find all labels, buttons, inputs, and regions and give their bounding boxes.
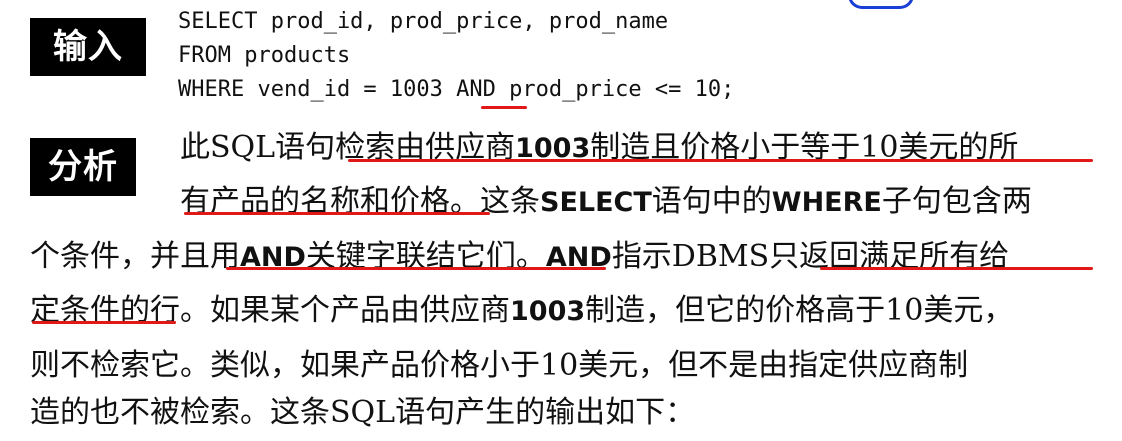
code-and-keyword: AND (456, 77, 496, 102)
code-line-1: SELECT prod_id, prod_price, prod_name (178, 9, 669, 34)
text-run: 子句包含两 (881, 184, 1032, 219)
text-run: WHERE (771, 187, 882, 218)
code-line-3-part-a: WHERE vend_id = 1003 (178, 77, 457, 102)
text-run: SELECT (540, 187, 652, 218)
underline-4 (32, 321, 176, 324)
paragraph-line-4: 定条件的行。如果某个产品由供应商1003制造，但它的价格高于10美元， (30, 283, 1013, 339)
text-run: 制造，但它的价格高于10美元， (585, 293, 1014, 328)
paragraph-line-1: 此SQL语句检索由供应商1003制造且价格小于等于10美元的所 (180, 120, 1018, 176)
underline-1 (348, 159, 1093, 162)
underline-2 (184, 212, 490, 215)
text-run: 语句中的 (651, 184, 772, 219)
text-run: 此SQL语句 (180, 130, 336, 165)
code-line-3: WHERE vend_id = 1003 AND prod_price <= 1… (178, 73, 734, 107)
analysis-label: 分析 (30, 138, 136, 196)
pen-stroke-mark (848, 0, 914, 9)
code-line-3-part-b: prod_price <= 10; (495, 77, 735, 102)
and-underline (481, 106, 527, 109)
code-line-2: FROM products (178, 43, 351, 68)
text-run: 。如果某个产品由供应商 (180, 293, 510, 328)
paragraph-line-3: 个条件，并且用AND关键字联结它们。AND指示DBMS只返回满足所有给 (30, 229, 1009, 285)
text-run: 指示DBMS (611, 239, 770, 274)
paragraph-line-6: 造的也不被检索。这条SQL语句产生的输出如下： (30, 395, 696, 430)
input-label: 输入 (30, 18, 146, 76)
underline-3b (820, 267, 1093, 270)
text-run: 个条件， (30, 239, 150, 274)
underline-3a (226, 267, 606, 270)
paragraph-line-2: 有产品的名称和价格。这条SELECT语句中的WHERE子句包含两 (180, 174, 1032, 230)
text-run: 1003 (510, 296, 586, 327)
